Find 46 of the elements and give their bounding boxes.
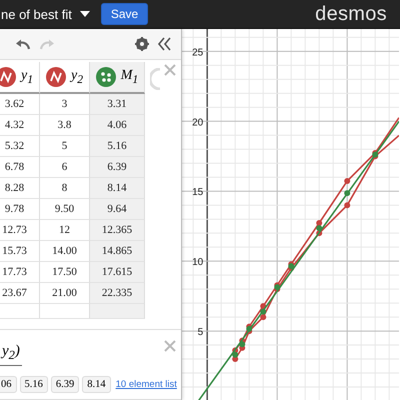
list-value: 5.16: [20, 376, 48, 393]
table-cell[interactable]: 14.865: [90, 240, 145, 262]
table-cell[interactable]: 3.31: [90, 94, 145, 115]
line-points-icon[interactable]: [46, 66, 66, 87]
line-points-icon[interactable]: [0, 66, 16, 87]
list-value: 06: [0, 376, 16, 393]
table-cell[interactable]: 8.28: [0, 178, 40, 199]
element-list-link[interactable]: 10 element list: [116, 379, 177, 390]
table-cell[interactable]: 8.14: [90, 178, 145, 199]
tick-label: 5: [198, 327, 204, 338]
table-cell[interactable]: 3.62: [0, 94, 40, 115]
table-cell[interactable]: 4.06: [90, 114, 145, 136]
list-value: 6.39: [50, 376, 80, 393]
table-cell[interactable]: 5.16: [90, 136, 145, 157]
list-value: 8.14: [82, 376, 111, 393]
table-cell[interactable]: 9.64: [90, 198, 145, 220]
formula-field[interactable]: y$_{2}$): [0, 343, 22, 366]
column-header: y$_{2}$: [70, 68, 84, 86]
graph-title[interactable]: ne of best fit: [1, 6, 72, 22]
table-cell[interactable]: 6.39: [90, 156, 145, 178]
table-cell[interactable]: 6.78: [0, 156, 40, 178]
table-cell[interactable]: 23.67: [0, 282, 40, 304]
table-cell[interactable]: 17.73: [0, 262, 40, 283]
collapse-icon[interactable]: [157, 36, 171, 51]
table-cell[interactable]: 15.73: [0, 240, 40, 262]
settings-icon[interactable]: [135, 36, 149, 51]
save-button[interactable]: Save: [100, 3, 148, 25]
logo: desmos: [315, 2, 387, 26]
table-cell[interactable]: 5.32: [0, 136, 40, 157]
tick-label: 10: [192, 257, 204, 268]
table-cell[interactable]: 12.365: [90, 220, 145, 241]
table-cell[interactable]: 4.32: [0, 114, 40, 136]
table-cell[interactable]: 22.335: [90, 282, 145, 304]
undo-icon[interactable]: [15, 38, 31, 50]
column-header: y$_{1}$: [20, 68, 34, 86]
column-header: M$_{1}$: [120, 68, 138, 86]
table-cell[interactable]: [90, 304, 145, 319]
table-cell[interactable]: 9.78: [0, 198, 40, 220]
table-cell[interactable]: 17.615: [90, 262, 145, 283]
table-cell[interactable]: 12.73: [0, 220, 40, 241]
tick-label: 25: [192, 47, 204, 58]
tick-label: 20: [192, 117, 204, 128]
caret-icon[interactable]: [80, 11, 90, 17]
tick-label: 15: [192, 187, 204, 198]
points-icon[interactable]: [96, 66, 116, 87]
table-cell[interactable]: [0, 304, 40, 319]
